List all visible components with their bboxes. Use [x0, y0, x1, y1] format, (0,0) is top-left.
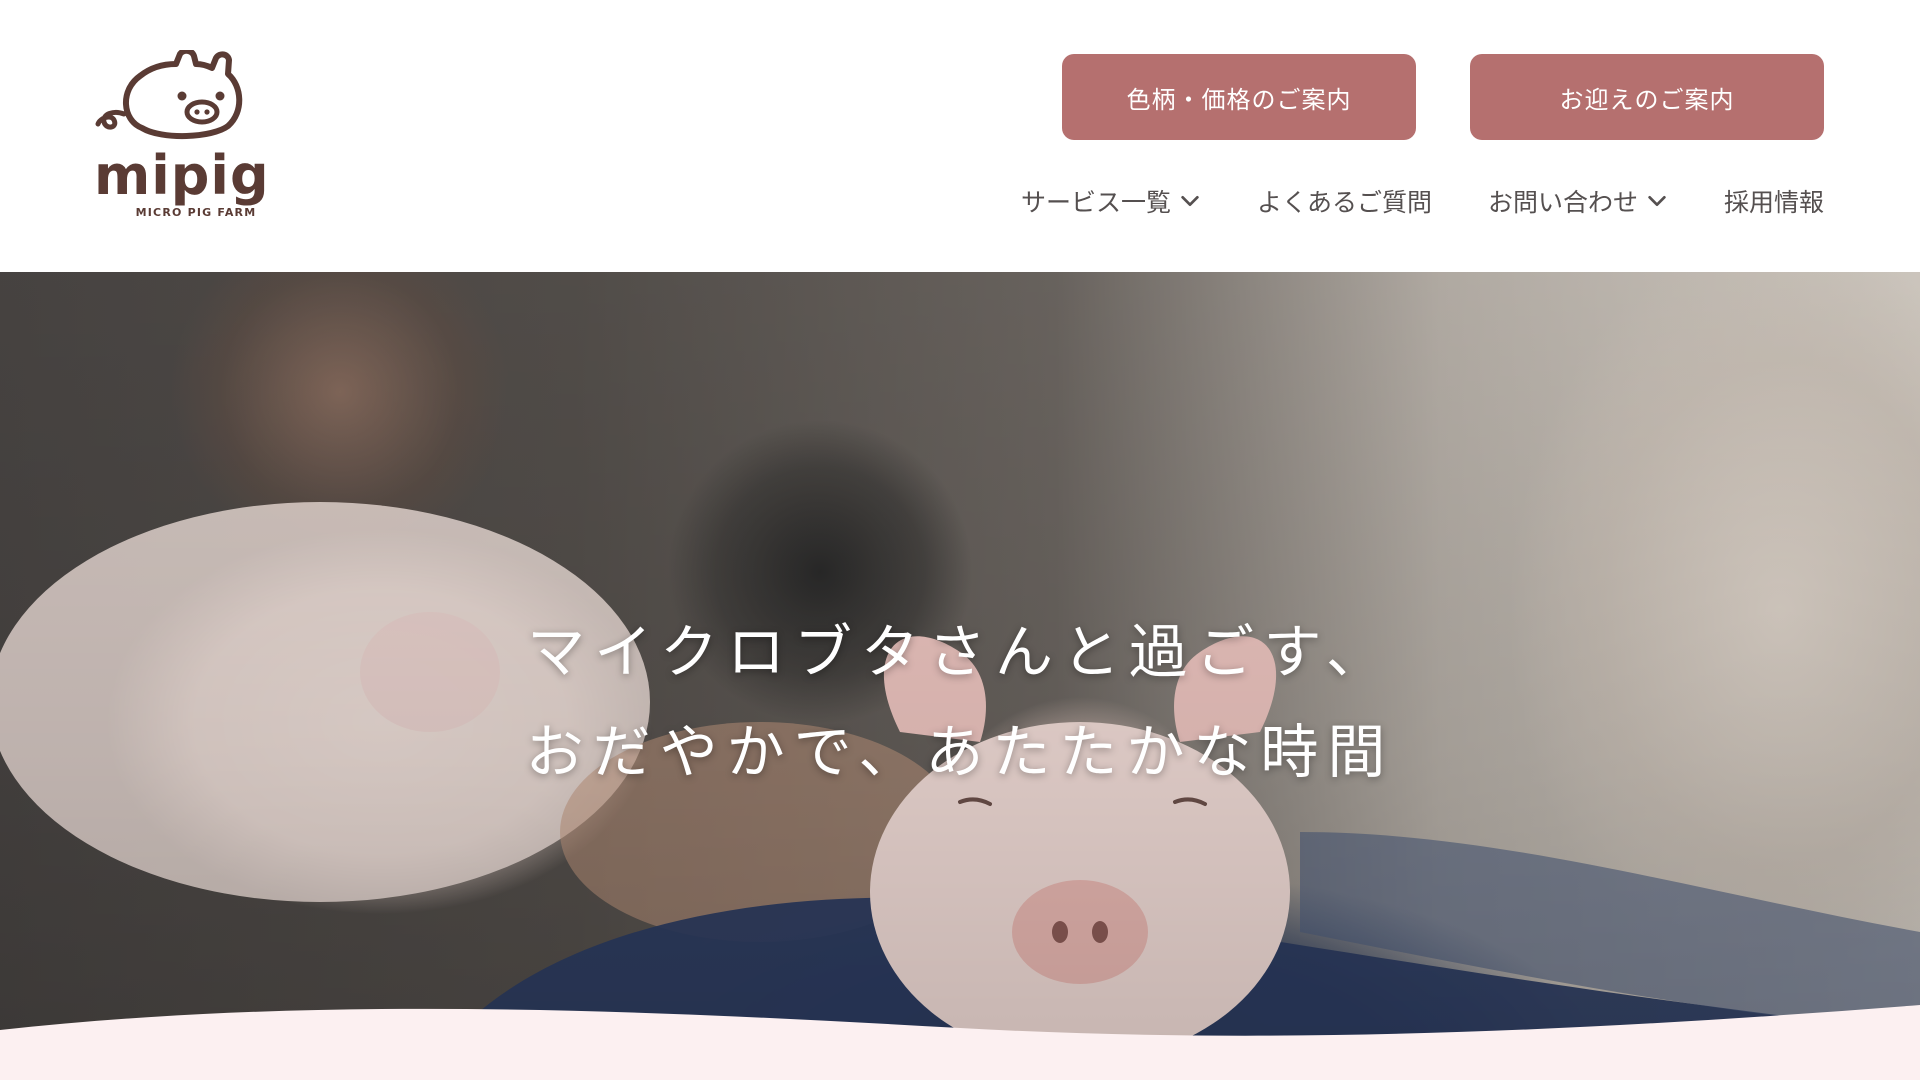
hero-headline-line-1: マイクロブタさんと過ごす、	[527, 618, 1393, 686]
hero-headline: マイクロブタさんと過ごす、 おだやかで、あたたかな時間	[0, 602, 1920, 802]
nav-item-careers[interactable]: 採用情報	[1724, 183, 1824, 219]
chevron-down-icon	[1648, 195, 1666, 207]
nav-item-label: よくあるご質問	[1256, 188, 1432, 217]
hero-section: マイクロブタさんと過ごす、 おだやかで、あたたかな時間	[0, 272, 1920, 1080]
main-nav: サービス一覧 よくあるご質問 お問い合わせ 採用情報	[1021, 178, 1824, 224]
nav-item-contact[interactable]: お問い合わせ	[1488, 183, 1668, 219]
site-logo[interactable]: mipig MICRO PIG FARM	[92, 50, 282, 225]
nav-item-services[interactable]: サービス一覧	[1021, 183, 1201, 219]
colors-prices-button[interactable]: 色柄・価格のご案内	[1062, 54, 1416, 140]
pig-face-icon	[95, 50, 243, 139]
hero-bottom-wave	[0, 1005, 1920, 1080]
logo-tagline: MICRO PIG FARM	[135, 206, 257, 219]
nav-item-faq[interactable]: よくあるご質問	[1257, 183, 1432, 219]
hero-headline-line-2: おだやかで、あたたかな時間	[525, 718, 1395, 786]
site-header: mipig MICRO PIG FARM 色柄・価格のご案内 お迎えのご案内 サ…	[0, 0, 1920, 272]
nav-item-label: サービス一覧	[1020, 188, 1171, 217]
nav-item-label: 採用情報	[1723, 188, 1824, 217]
nav-item-label: お問い合わせ	[1487, 188, 1638, 217]
welcome-guide-button[interactable]: お迎えのご案内	[1470, 54, 1824, 140]
chevron-down-icon	[1181, 195, 1199, 207]
logo-wordmark: mipig	[94, 144, 270, 207]
